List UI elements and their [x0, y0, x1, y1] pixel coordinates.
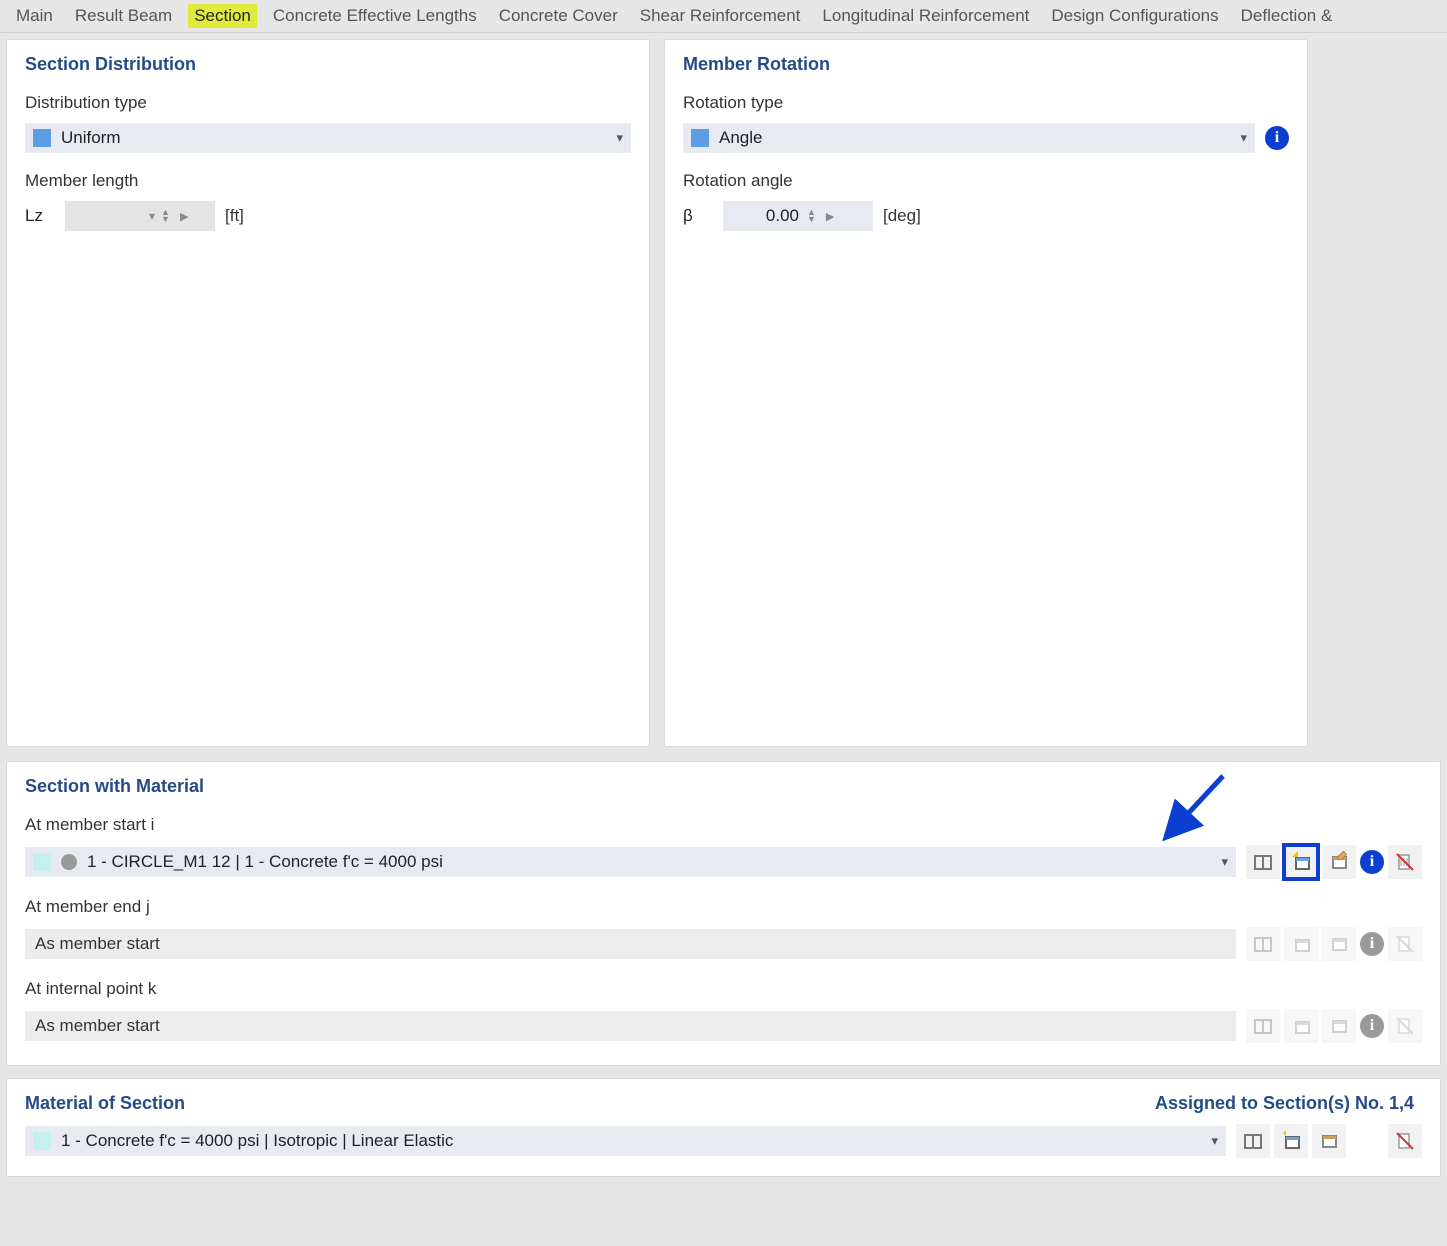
play-icon[interactable]: ▶ [826, 210, 834, 223]
member-length-input[interactable]: ▾ ▲▼ ▶ [65, 201, 215, 231]
edit-section-button [1322, 1009, 1356, 1043]
edit-section-button[interactable] [1322, 845, 1356, 879]
rotation-type-value: Angle [719, 128, 762, 148]
chevron-down-icon: ▾ [149, 209, 155, 223]
spinner-icon[interactable]: ▲▼ [161, 209, 170, 223]
at-end-label: At member end j [25, 897, 1422, 917]
new-section-button [1284, 1009, 1318, 1043]
assigned-sections-label: Assigned to Section(s) No. 1,4 [1155, 1093, 1422, 1114]
spinner-icon[interactable]: ▲▼ [807, 209, 816, 223]
chevron-down-icon: ▾ [1221, 854, 1228, 870]
panel-member-rotation: Member Rotation Rotation type Angle ▾ i … [664, 39, 1308, 747]
at-start-label: At member start i [25, 815, 1422, 835]
member-length-symbol: Lz [25, 206, 55, 226]
panel-title: Material of Section [25, 1093, 185, 1114]
at-internal-value: As member start [25, 1011, 1236, 1041]
new-section-button [1284, 927, 1318, 961]
swatch-icon [33, 853, 51, 871]
distribution-type-value: Uniform [61, 128, 121, 148]
tab-concrete-effective-lengths[interactable]: Concrete Effective Lengths [267, 4, 483, 28]
chevron-down-icon: ▾ [1240, 130, 1247, 146]
tab-deflection[interactable]: Deflection & [1235, 4, 1339, 28]
swatch-icon [691, 129, 709, 147]
new-material-button[interactable] [1274, 1124, 1308, 1158]
library-button [1246, 927, 1280, 961]
rotation-type-select[interactable]: Angle ▾ [683, 123, 1255, 153]
panel-section-with-material: Section with Material At member start i … [6, 761, 1441, 1066]
info-icon: i [1360, 1014, 1384, 1038]
tab-design-configurations[interactable]: Design Configurations [1045, 4, 1224, 28]
delete-section-button [1388, 927, 1422, 961]
library-button [1246, 1009, 1280, 1043]
distribution-type-label: Distribution type [25, 93, 631, 113]
circle-icon [61, 854, 77, 870]
distribution-type-select[interactable]: Uniform ▾ [25, 123, 631, 153]
rotation-angle-label: Rotation angle [683, 171, 1289, 191]
panel-title: Member Rotation [683, 54, 1289, 75]
swatch-icon [33, 129, 51, 147]
member-length-field[interactable] [73, 205, 143, 227]
edit-section-button [1322, 927, 1356, 961]
panel-title: Section with Material [25, 776, 1422, 797]
tab-longitudinal-reinforcement[interactable]: Longitudinal Reinforcement [816, 4, 1035, 28]
info-icon[interactable]: i [1265, 126, 1289, 150]
chevron-down-icon: ▾ [1211, 1133, 1218, 1149]
tab-result-beam[interactable]: Result Beam [69, 4, 178, 28]
chevron-down-icon: ▾ [616, 130, 623, 146]
swatch-icon [33, 1132, 51, 1150]
library-button[interactable] [1246, 845, 1280, 879]
rotation-angle-input[interactable]: ▲▼ ▶ [723, 201, 873, 231]
at-start-value: 1 - CIRCLE_M1 12 | 1 - Concrete f'c = 40… [87, 852, 443, 872]
edit-material-button[interactable] [1312, 1124, 1346, 1158]
member-length-unit: [ft] [225, 206, 244, 226]
delete-section-button[interactable] [1388, 845, 1422, 879]
info-icon: i [1360, 932, 1384, 956]
play-icon[interactable]: ▶ [180, 210, 188, 223]
at-start-select[interactable]: 1 - CIRCLE_M1 12 | 1 - Concrete f'c = 40… [25, 847, 1236, 877]
rotation-angle-field[interactable] [731, 205, 801, 227]
tab-bar: Main Result Beam Section Concrete Effect… [0, 0, 1447, 33]
new-section-button[interactable] [1284, 845, 1318, 879]
tab-main[interactable]: Main [10, 4, 59, 28]
panel-section-distribution: Section Distribution Distribution type U… [6, 39, 650, 747]
panel-material-of-section: Material of Section Assigned to Section(… [6, 1078, 1441, 1177]
rotation-type-label: Rotation type [683, 93, 1289, 113]
rotation-angle-symbol: β [683, 206, 713, 226]
tab-concrete-cover[interactable]: Concrete Cover [493, 4, 624, 28]
at-end-value: As member start [25, 929, 1236, 959]
library-button[interactable] [1236, 1124, 1270, 1158]
rotation-angle-unit: [deg] [883, 206, 921, 226]
tab-shear-reinforcement[interactable]: Shear Reinforcement [634, 4, 807, 28]
member-length-label: Member length [25, 171, 631, 191]
delete-section-button [1388, 1009, 1422, 1043]
at-internal-label: At internal point k [25, 979, 1422, 999]
material-value: 1 - Concrete f'c = 4000 psi | Isotropic … [61, 1131, 453, 1151]
panel-title: Section Distribution [25, 54, 631, 75]
info-icon[interactable]: i [1360, 850, 1384, 874]
material-select[interactable]: 1 - Concrete f'c = 4000 psi | Isotropic … [25, 1126, 1226, 1156]
tab-section[interactable]: Section [188, 4, 257, 28]
delete-material-button[interactable] [1388, 1124, 1422, 1158]
